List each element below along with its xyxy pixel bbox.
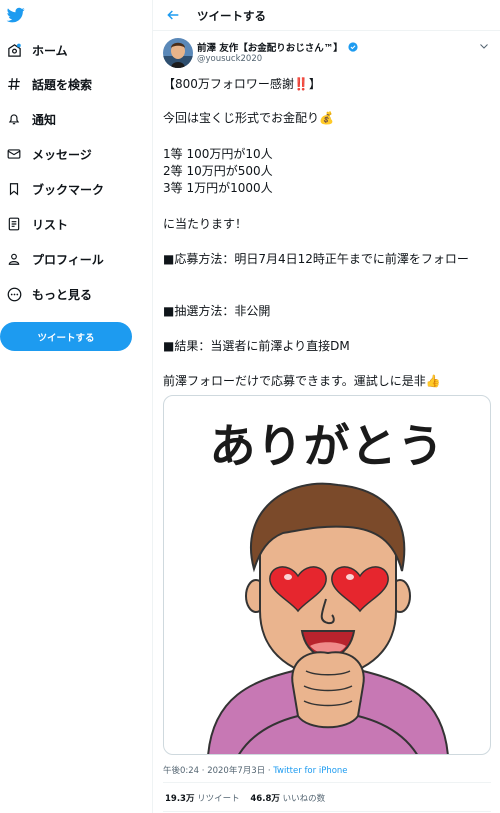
- sidebar-item-more[interactable]: もっと見る: [6, 282, 92, 306]
- tweet-stats: 19.3万 リツイート 46.8万 いいねの数: [165, 792, 333, 804]
- likes-count: 46.8万: [250, 794, 280, 804]
- tweet-text-line: に当たります！: [163, 217, 248, 231]
- retweets-stat[interactable]: 19.3万 リツイート: [165, 794, 240, 804]
- sidebar-item-profile[interactable]: プロフィール: [6, 247, 104, 271]
- sidebar-item-home[interactable]: ホーム: [6, 38, 68, 62]
- sidebar: ホーム 話題を検索 通知 メッセージ ブックマーク リスト プロフィール もっと…: [0, 0, 152, 813]
- sidebar-item-label: 通知: [32, 112, 57, 127]
- tweet-media-image[interactable]: ありがとう: [163, 395, 491, 755]
- tweet-text-line: 1等 100万円が10人: [163, 147, 273, 161]
- tweet-timestamp[interactable]: 午後0:24 · 2020年7月3日 ·: [163, 766, 273, 776]
- bookmark-icon: [6, 181, 22, 197]
- main-column: ツイートする 前澤 友作【お金配りおじさん™】 @yousuck2020 【80…: [152, 0, 500, 813]
- tweet-meta: 午後0:24 · 2020年7月3日 · Twitter for iPhone: [163, 764, 348, 776]
- twitter-bird-icon[interactable]: [6, 6, 26, 24]
- divider: [163, 782, 491, 783]
- sidebar-item-label: ブックマーク: [32, 182, 105, 197]
- hashtag-icon: [6, 76, 22, 92]
- list-icon: [6, 216, 22, 232]
- chevron-down-icon[interactable]: [478, 40, 490, 52]
- sidebar-item-label: もっと見る: [32, 287, 93, 302]
- sidebar-item-label: メッセージ: [32, 147, 92, 162]
- page-header: ツイートする: [153, 0, 500, 31]
- avatar[interactable]: [163, 38, 193, 68]
- sidebar-item-explore[interactable]: 話題を検索: [6, 72, 92, 96]
- retweets-label: リツイート: [194, 794, 240, 804]
- sidebar-item-label: 話題を検索: [32, 77, 93, 92]
- character-illustration: [207, 482, 449, 754]
- tweet-text-line: 前澤フォローだけで応募できます。運試しに是非👍: [163, 374, 441, 388]
- tweet-text-line: ■結果：当選者に前澤より直接DM: [163, 339, 350, 353]
- author-handle[interactable]: @yousuck2020: [197, 54, 262, 64]
- tweet-text-line: 2等 10万円が500人: [163, 164, 273, 178]
- person-icon: [6, 251, 22, 267]
- verified-badge-icon: [348, 42, 358, 52]
- sidebar-item-lists[interactable]: リスト: [6, 212, 68, 236]
- tweet-text-line: ■抽選方法：非公開: [163, 304, 271, 318]
- tweet-text-line: 今回は宝くじ形式でお金配り💰: [163, 111, 334, 125]
- tweet-text-line: ■応募方法：明日7月4日12時正午までに前澤をフォロー: [163, 252, 469, 266]
- divider: [163, 811, 491, 812]
- more-icon: [6, 286, 22, 302]
- tweet-text-line: 3等 1万円が1000人: [163, 181, 273, 195]
- home-icon: [6, 42, 22, 58]
- tweet-source-link[interactable]: Twitter for iPhone: [273, 766, 347, 776]
- compose-tweet-button[interactable]: ツイートする: [0, 322, 132, 351]
- bell-icon: [6, 111, 22, 127]
- page-title: ツイートする: [197, 9, 266, 23]
- retweets-count: 19.3万: [165, 794, 195, 804]
- sidebar-item-label: プロフィール: [32, 252, 104, 267]
- likes-stat[interactable]: 46.8万 いいねの数: [250, 794, 325, 804]
- tweet-text-line: 【800万フォロワー感謝‼️】: [163, 77, 321, 91]
- likes-label: いいねの数: [279, 794, 326, 804]
- sidebar-item-bookmarks[interactable]: ブックマーク: [6, 177, 104, 201]
- sidebar-item-label: リスト: [32, 217, 69, 232]
- sidebar-item-notifications[interactable]: 通知: [6, 107, 56, 131]
- sidebar-item-label: ホーム: [32, 43, 68, 58]
- media-caption: ありがとう: [209, 419, 445, 473]
- mail-icon: [6, 146, 22, 162]
- back-arrow-icon[interactable]: [165, 7, 181, 23]
- sidebar-item-messages[interactable]: メッセージ: [6, 142, 92, 166]
- author-name[interactable]: 前澤 友作【お金配りおじさん™】: [197, 40, 358, 54]
- author-name-text: 前澤 友作【お金配りおじさん™】: [197, 43, 343, 54]
